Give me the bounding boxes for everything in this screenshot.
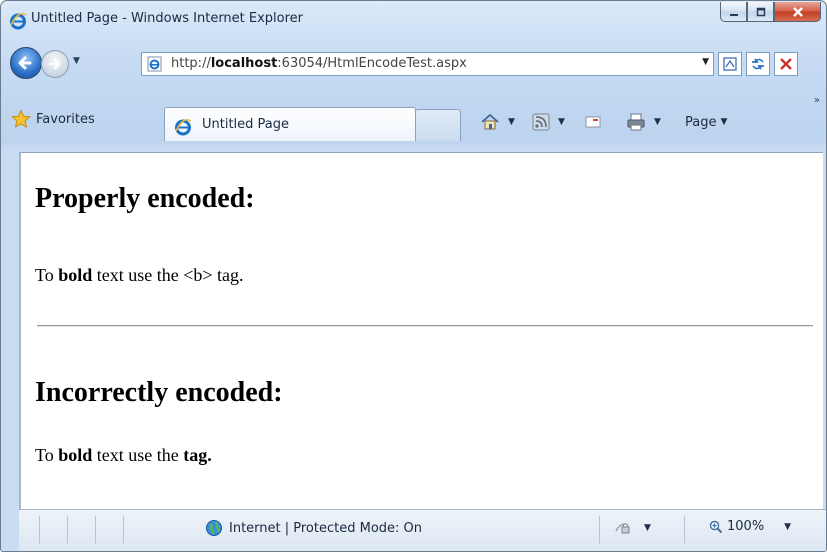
feeds-button[interactable]: ▼ [532, 111, 565, 133]
lock-globe-icon [615, 523, 630, 534]
page-menu-label: Page [685, 114, 717, 130]
properly-encoded-paragraph: To bold text use the <b> tag. [35, 265, 244, 285]
incorrectly-encoded-paragraph: To bold text use the tag. [35, 445, 212, 465]
zoom-level: 100% [727, 519, 765, 534]
protected-mode-button[interactable]: ▼ [614, 519, 651, 537]
page-menu-dropdown-icon: ▼ [720, 117, 728, 127]
page-content: Properly encoded: To bold text use the <… [19, 152, 823, 509]
url-text: http://localhost:63054/HtmlEncodeTest.as… [171, 56, 467, 71]
star-icon [11, 109, 31, 129]
favorites-label: Favorites [36, 111, 95, 127]
back-arrow-icon [18, 56, 32, 70]
ie-logo-icon [10, 12, 27, 30]
refresh-button[interactable] [746, 52, 770, 76]
stop-button[interactable] [774, 52, 798, 76]
protected-mode-dropdown-icon: ▼ [644, 523, 651, 533]
home-button[interactable]: ▼ [480, 111, 515, 133]
page-icon [147, 56, 162, 72]
status-segment [95, 516, 96, 544]
address-dropdown-icon[interactable]: ▼ [702, 57, 709, 67]
status-bar: Internet | Protected Mode: On ▼ 100% ▼ [19, 509, 826, 551]
status-segment [684, 516, 685, 544]
favorites-bar: Favorites Untitled Page ▼ ▼ ▼ Page ▼ » [1, 91, 826, 151]
address-bar[interactable]: http://localhost:63054/HtmlEncodeTest.as… [141, 52, 714, 76]
status-segment [67, 516, 68, 544]
page-menu-button[interactable]: Page ▼ [685, 111, 727, 133]
navigation-bar: ▼ http://localhost:63054/HtmlEncodeTest.… [1, 39, 826, 91]
refresh-icon [752, 58, 764, 70]
print-dropdown-icon[interactable]: ▼ [654, 117, 661, 127]
close-button[interactable] [774, 2, 821, 22]
title-bar: Untitled Page - Windows Internet Explore… [1, 1, 826, 39]
zoom-control[interactable]: 100% ▼ [709, 519, 791, 534]
heading-incorrectly-encoded: Incorrectly encoded: [35, 377, 283, 408]
security-zone[interactable]: Internet | Protected Mode: On [205, 519, 422, 537]
window-controls [720, 2, 821, 22]
zoom-dropdown-icon: ▼ [784, 521, 792, 532]
mail-icon [585, 116, 601, 128]
toolbar-overflow-chevron-icon[interactable]: » [814, 95, 820, 106]
print-button[interactable]: ▼ [626, 111, 661, 133]
recent-pages-dropdown-icon[interactable]: ▼ [73, 56, 80, 66]
globe-icon [206, 520, 222, 536]
security-zone-text: Internet | Protected Mode: On [229, 520, 423, 536]
minimize-icon [729, 13, 738, 16]
forward-button[interactable] [41, 50, 69, 78]
close-icon [792, 6, 803, 17]
stop-icon [780, 58, 792, 70]
window-title: Untitled Page - Windows Internet Explore… [31, 11, 304, 26]
tab-untitled-page[interactable]: Untitled Page [164, 107, 416, 141]
maximize-icon [756, 7, 765, 16]
horizontal-rule [37, 325, 813, 327]
tab-label: Untitled Page [202, 117, 290, 132]
feeds-dropdown-icon[interactable]: ▼ [558, 117, 565, 127]
forward-arrow-icon [48, 58, 61, 70]
compatibility-view-button[interactable] [718, 52, 742, 76]
ie-logo-icon [175, 118, 192, 136]
status-segment [123, 516, 124, 544]
home-dropdown-icon[interactable]: ▼ [508, 117, 515, 127]
browser-window: Untitled Page - Windows Internet Explore… [0, 0, 827, 552]
read-mail-button[interactable] [584, 111, 602, 133]
printer-icon [627, 113, 645, 131]
heading-properly-encoded: Properly encoded: [35, 183, 255, 214]
home-icon [481, 113, 499, 130]
maximize-button[interactable] [747, 2, 774, 22]
rss-feed-icon [532, 113, 550, 131]
new-tab-button[interactable] [415, 109, 461, 141]
favorites-button[interactable]: Favorites [7, 106, 103, 132]
compatibility-view-icon [723, 57, 737, 71]
zoom-magnifier-icon [709, 520, 723, 533]
status-segment [599, 516, 600, 544]
back-button[interactable] [10, 47, 42, 79]
status-segment [39, 516, 40, 544]
minimize-button[interactable] [720, 2, 747, 22]
